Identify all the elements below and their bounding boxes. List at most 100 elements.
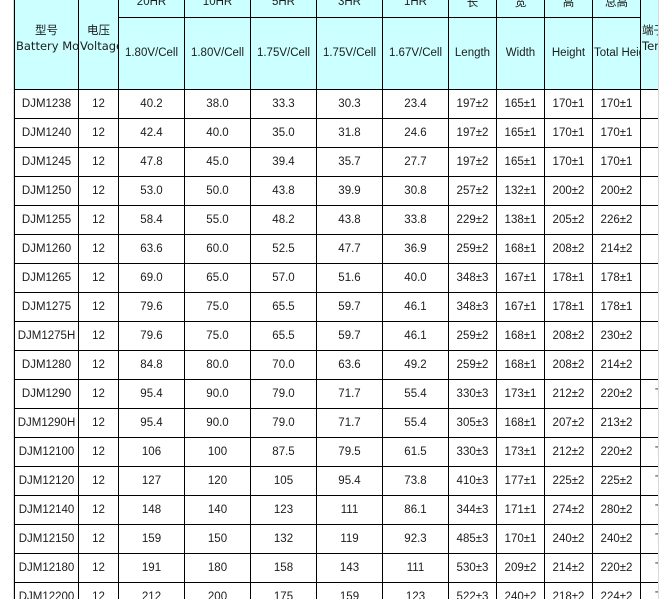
- cell-10hr: 60.0: [184, 234, 251, 264]
- cell-5hr: 123: [250, 495, 317, 525]
- cell-width: 240±2: [496, 582, 545, 599]
- cell-20hr: 127: [118, 466, 185, 496]
- cell-10hr: 180: [184, 553, 251, 583]
- cell-width: 173±1: [496, 437, 545, 467]
- cell-total-height: 230±2: [592, 321, 641, 351]
- cell-5hr: 35.0: [250, 118, 317, 148]
- cell-width: 209±2: [496, 553, 545, 583]
- cell-3hr: 31.8: [316, 118, 383, 148]
- cell-10hr: 75.0: [184, 321, 251, 351]
- cell-1hr: 92.3: [382, 524, 449, 554]
- cell-1hr: 86.1: [382, 495, 449, 525]
- cell-height: 212±2: [544, 437, 593, 467]
- cell-20hr: 212: [118, 582, 185, 599]
- cell-10hr: 38.0: [184, 89, 251, 119]
- page-right-margin: [658, 0, 672, 599]
- cell-total-height: 220±2: [592, 553, 641, 583]
- cell-10hr: 80.0: [184, 350, 251, 380]
- cell-height: 208±2: [544, 350, 593, 380]
- header-cell-width-en: Width: [496, 17, 545, 90]
- cell-terminal: T6: [640, 263, 658, 293]
- cell-length: 259±2: [448, 350, 497, 380]
- cell-5hr: 105: [250, 466, 317, 496]
- cell-20hr: 159: [118, 524, 185, 554]
- cell-model: DJM12180: [14, 553, 79, 583]
- header-cell-length-cjk: 长: [448, 0, 497, 19]
- cell-20hr: 53.0: [118, 176, 185, 206]
- cell-terminal: T6: [640, 176, 658, 206]
- cell-voltage: 12: [78, 176, 119, 206]
- cell-3hr: 51.6: [316, 263, 383, 293]
- header-voltage-cjk: 电压: [87, 23, 110, 38]
- cell-model: DJM12100: [14, 437, 79, 467]
- header-cell-height-en: Height: [544, 17, 593, 90]
- cell-3hr: 79.5: [316, 437, 383, 467]
- cell-1hr: 46.1: [382, 321, 449, 351]
- header-cell-rate-1hr: 1HR: [382, 0, 449, 19]
- table-row: DJM1255 12 58.4 55.0 48.2 43.8 33.8 229±2 138±1 2…: [14, 205, 658, 235]
- cell-10hr: 55.0: [184, 205, 251, 235]
- cell-3hr: 159: [316, 582, 383, 599]
- cell-total-height: 240±2: [592, 524, 641, 554]
- cell-voltage: 12: [78, 553, 119, 583]
- cell-total-height: 200±2: [592, 176, 641, 206]
- cell-width: 177±1: [496, 466, 545, 496]
- cell-1hr: 24.6: [382, 118, 449, 148]
- cell-height: 208±2: [544, 321, 593, 351]
- cell-length: 530±3: [448, 553, 497, 583]
- battery-specification-table: 型号 Battery Model 电压 Voltage (V) 20HR 10H…: [14, 0, 658, 599]
- cell-1hr: 23.4: [382, 89, 449, 119]
- cell-terminal: T6: [640, 205, 658, 235]
- cell-voltage: 12: [78, 263, 119, 293]
- cell-height: 207±2: [544, 408, 593, 438]
- cell-total-height: 170±1: [592, 147, 641, 177]
- cell-20hr: 69.0: [118, 263, 185, 293]
- cell-length: 197±2: [448, 147, 497, 177]
- cell-20hr: 47.8: [118, 147, 185, 177]
- cell-20hr: 95.4: [118, 379, 185, 409]
- cell-height: 178±1: [544, 263, 593, 293]
- cell-height: 170±1: [544, 147, 593, 177]
- cell-voltage: 12: [78, 350, 119, 380]
- cell-20hr: 42.4: [118, 118, 185, 148]
- header-cell-rate-5hr-cell: 1.75V/Cell: [250, 17, 317, 90]
- cell-terminal: T6: [640, 234, 658, 264]
- cell-20hr: 148: [118, 495, 185, 525]
- table-row: DJM1245 12 47.8 45.0 39.4 35.7 27.7 197±2 165±1 1…: [14, 147, 658, 177]
- cell-1hr: 123: [382, 582, 449, 599]
- battery-spec-table-container: 型号 Battery Model 电压 Voltage (V) 20HR 10H…: [14, 0, 658, 599]
- cell-1hr: 30.8: [382, 176, 449, 206]
- cell-voltage: 12: [78, 495, 119, 525]
- cell-5hr: 39.4: [250, 147, 317, 177]
- header-cell-length-en: Length: [448, 17, 497, 90]
- cell-terminal: T6: [640, 350, 658, 380]
- cell-1hr: 49.2: [382, 350, 449, 380]
- table-row: DJM1260 12 63.6 60.0 52.5 47.7 36.9 259±2 168±1 2…: [14, 234, 658, 264]
- cell-voltage: 12: [78, 582, 119, 599]
- cell-total-height: 214±2: [592, 350, 641, 380]
- table-row: DJM1280 12 84.8 80.0 70.0 63.6 49.2 259±2 168±1 2…: [14, 350, 658, 380]
- cell-model: DJM12140: [14, 495, 79, 525]
- table-body: DJM1238 12 40.2 38.0 33.3 30.3 23.4 197±2 165±1 1…: [14, 89, 658, 599]
- cell-model: DJM1280: [14, 350, 79, 380]
- cell-10hr: 150: [184, 524, 251, 554]
- cell-terminal: T6: [640, 292, 658, 322]
- header-cell-rate-20hr-cell: 1.80V/Cell: [118, 17, 185, 90]
- table-row: DJM12100 12 106 100 87.5 79.5 61.5 330±3 173±1 21…: [14, 437, 658, 467]
- cell-1hr: 46.1: [382, 292, 449, 322]
- cell-1hr: 55.4: [382, 379, 449, 409]
- cell-model: DJM1255: [14, 205, 79, 235]
- header-cell-total-height-cjk: 总高: [592, 0, 641, 19]
- header-row-top: 型号 Battery Model 电压 Voltage (V) 20HR 10H…: [14, 0, 658, 90]
- cell-length: 305±3: [448, 408, 497, 438]
- cell-length: 197±2: [448, 89, 497, 119]
- cell-10hr: 50.0: [184, 176, 251, 206]
- cell-20hr: 40.2: [118, 89, 185, 119]
- cell-model: DJM1275: [14, 292, 79, 322]
- cell-height: 178±1: [544, 292, 593, 322]
- cell-total-height: 214±2: [592, 234, 641, 264]
- cell-model: DJM1240: [14, 118, 79, 148]
- cell-voltage: 12: [78, 147, 119, 177]
- cell-terminal: T11: [640, 553, 658, 583]
- cell-width: 138±1: [496, 205, 545, 235]
